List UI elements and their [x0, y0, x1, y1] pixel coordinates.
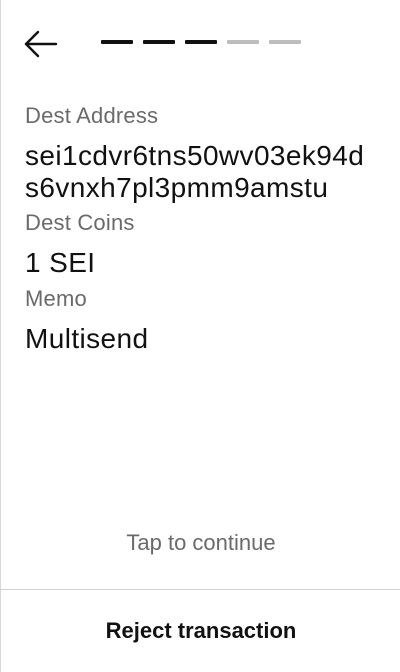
progress-step-complete: [185, 40, 217, 44]
step-progress-indicator: [101, 40, 301, 44]
dest-address-label: Dest Address: [25, 103, 159, 128]
reject-transaction-button[interactable]: Reject transaction: [1, 590, 400, 672]
header: [1, 0, 400, 90]
memo-label: Memo: [25, 286, 87, 311]
dest-coins-value: 1 SEI: [25, 247, 96, 278]
dest-coins-field: Dest Coins 1 SEI: [25, 207, 375, 279]
back-button[interactable]: [23, 28, 59, 60]
progress-step-complete: [101, 40, 133, 44]
dest-address-field: Dest Address sei1cdvr6tns50wv03ek94ds6vn…: [25, 100, 375, 203]
progress-step-pending: [269, 40, 301, 44]
progress-step-complete: [143, 40, 175, 44]
dest-address-value: sei1cdvr6tns50wv03ek94ds6vnxh7pl3pmm9ams…: [25, 140, 365, 203]
memo-value: Multisend: [25, 323, 149, 354]
progress-step-pending: [227, 40, 259, 44]
tap-to-continue[interactable]: Tap to continue: [1, 530, 400, 556]
dest-coins-label: Dest Coins: [25, 210, 135, 235]
transaction-details: Dest Address sei1cdvr6tns50wv03ek94ds6vn…: [25, 100, 375, 359]
transaction-review-screen: Dest Address sei1cdvr6tns50wv03ek94ds6vn…: [0, 0, 400, 672]
arrow-left-icon: [24, 30, 58, 58]
memo-field: Memo Multisend: [25, 283, 375, 355]
